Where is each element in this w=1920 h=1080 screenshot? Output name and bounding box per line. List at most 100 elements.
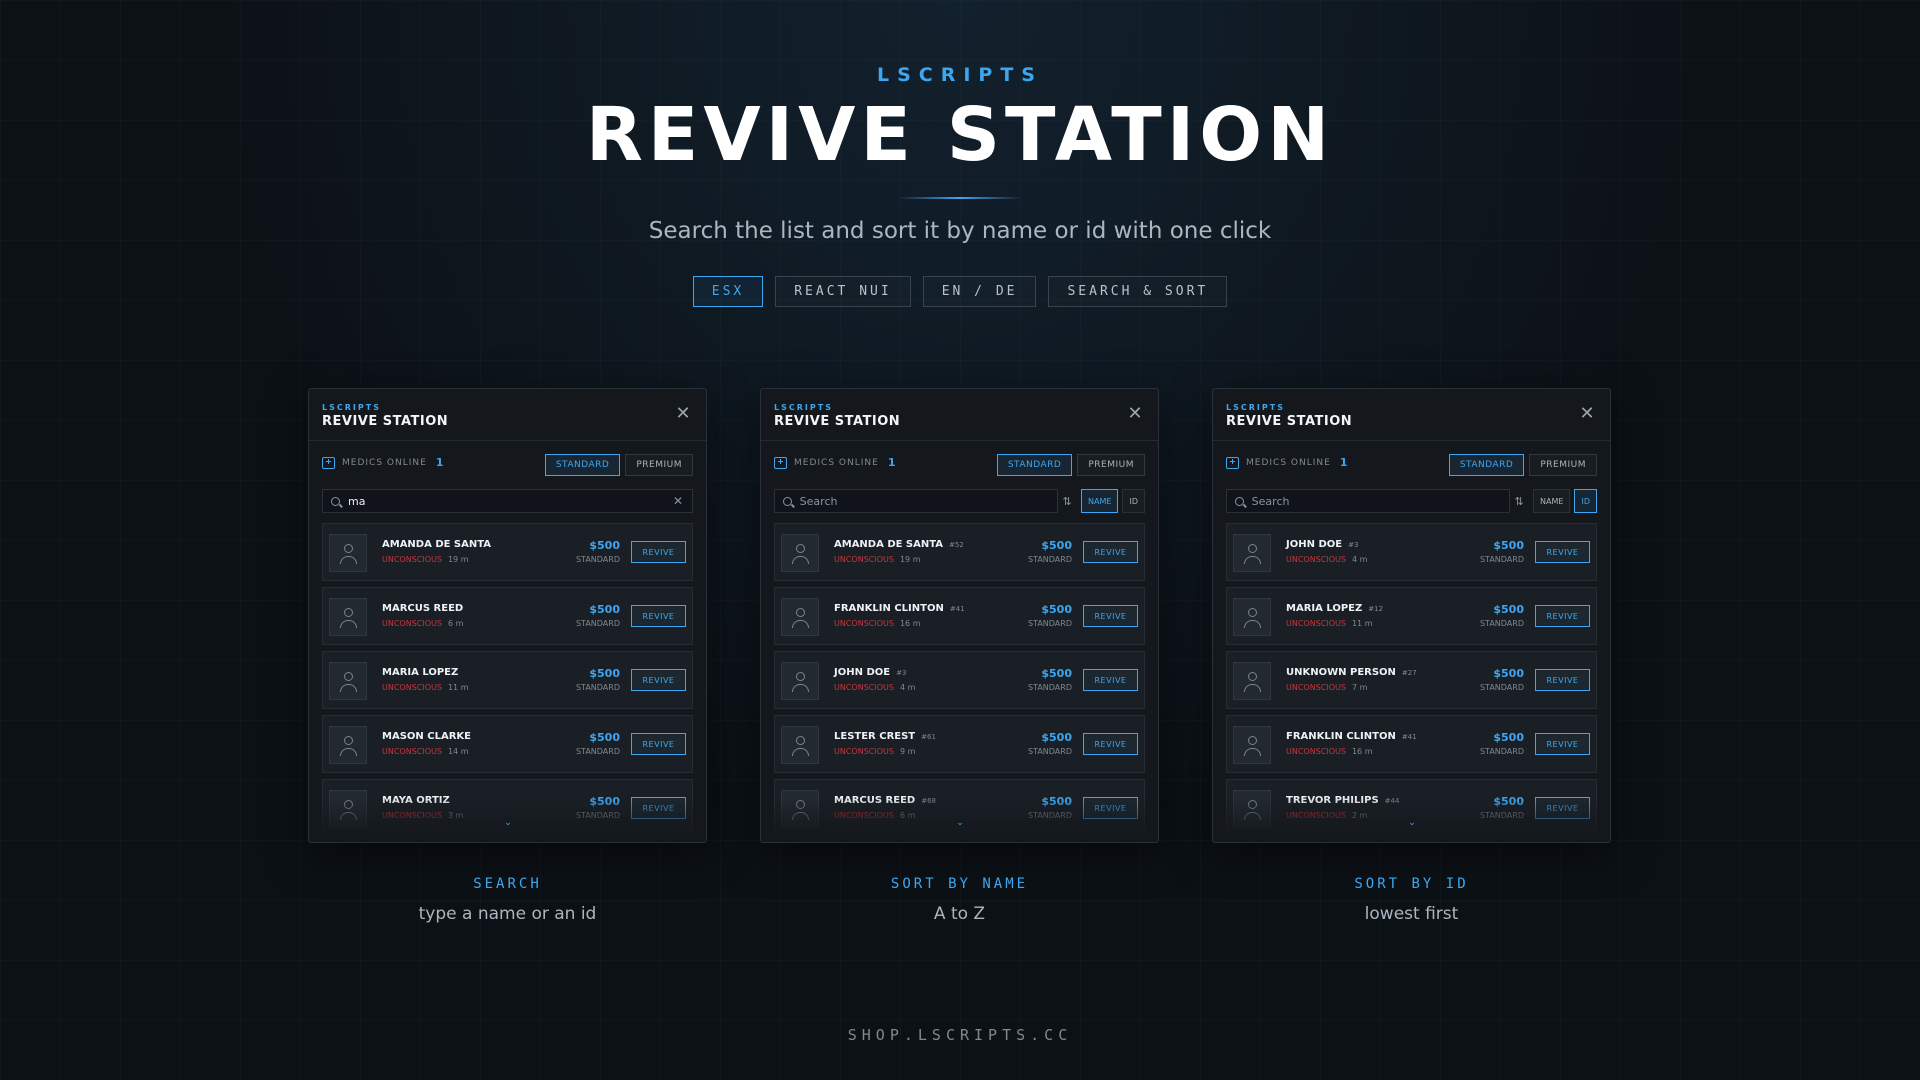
- price-amount: $500: [589, 603, 620, 616]
- patient-name: MARCUS REED: [382, 603, 464, 614]
- revive-button[interactable]: REVIVE: [1535, 797, 1590, 819]
- patient-distance: 11 m: [1351, 619, 1373, 628]
- revive-button[interactable]: REVIVE: [1083, 797, 1138, 819]
- patient-status: UNCONSCIOUS: [1286, 811, 1346, 820]
- tier-premium-button[interactable]: PREMIUM: [1077, 454, 1145, 476]
- tier-standard-button[interactable]: STANDARD: [1448, 454, 1525, 476]
- price-tier: STANDARD: [1479, 555, 1524, 564]
- patient-status: UNCONSCIOUS: [834, 555, 894, 564]
- patient-status: UNCONSCIOUS: [382, 683, 442, 692]
- patient-name: MASON CLARKE: [382, 731, 471, 742]
- tier-selector: STANDARD PREMIUM: [544, 454, 693, 476]
- patient-name: AMANDA DE SANTA: [382, 539, 492, 550]
- chevron-down-icon: ⌄: [1408, 818, 1416, 828]
- patient-distance: 16 m: [1351, 747, 1373, 756]
- patient-row: MARIA LOPEZ UNCONSCIOUS 11 m $500 STANDA…: [322, 651, 693, 709]
- sort-by-id-button[interactable]: ID: [1122, 489, 1145, 513]
- patient-id: #68: [921, 797, 936, 805]
- patient-name: MARIA LOPEZ: [382, 667, 459, 678]
- patient-status: UNCONSCIOUS: [1286, 555, 1346, 564]
- patient-status: UNCONSCIOUS: [1286, 683, 1346, 692]
- sort-by-name-button[interactable]: NAME: [1081, 489, 1119, 513]
- search-input[interactable]: [1251, 494, 1509, 508]
- brand-label: LSCRIPTS: [876, 64, 1043, 86]
- user-icon: [781, 726, 819, 764]
- footer-url: SHOP.LSCRIPTS.CC: [847, 1026, 1073, 1044]
- patient-id: #52: [949, 541, 964, 549]
- user-icon: [781, 790, 819, 828]
- revive-button[interactable]: REVIVE: [1083, 733, 1138, 755]
- clear-icon[interactable]: ✕: [673, 494, 683, 508]
- patient-id: #3: [1348, 541, 1359, 549]
- revive-button[interactable]: REVIVE: [631, 669, 686, 691]
- patient-list[interactable]: AMANDA DE SANTA UNCONSCIOUS 19 m $500 ST…: [322, 523, 693, 833]
- tier-premium-button[interactable]: PREMIUM: [625, 454, 693, 476]
- revive-panel: LSCRIPTS REVIVE STATION ✕ MEDICS ONLINE …: [1212, 388, 1611, 843]
- patient-list[interactable]: AMANDA DE SANTA #52 UNCONSCIOUS 19 m $50…: [774, 523, 1145, 833]
- patient-list[interactable]: JOHN DOE #3 UNCONSCIOUS 4 m $500 STANDAR…: [1226, 523, 1597, 833]
- price-amount: $500: [1041, 539, 1072, 552]
- revive-button[interactable]: REVIVE: [1535, 605, 1590, 627]
- panel-caption: SORT BY NAME A to Z: [760, 876, 1159, 924]
- tier-standard-button[interactable]: STANDARD: [996, 454, 1073, 476]
- price-amount: $500: [589, 667, 620, 680]
- revive-price: $500 STANDARD: [1028, 539, 1072, 564]
- sort-by-id-button[interactable]: ID: [1574, 489, 1597, 513]
- chevron-down-icon: ⌄: [504, 818, 512, 828]
- revive-button[interactable]: REVIVE: [1535, 541, 1590, 563]
- close-icon[interactable]: ✕: [1126, 405, 1144, 423]
- price-amount: $500: [589, 731, 620, 744]
- panel-header: LSCRIPTS REVIVE STATION ✕: [309, 389, 706, 441]
- search-input[interactable]: [799, 494, 1057, 508]
- price-tier: STANDARD: [1027, 619, 1072, 628]
- price-tier: STANDARD: [1479, 619, 1524, 628]
- medics-count: 1: [435, 456, 444, 469]
- patient-name: TREVOR PHILIPS: [1286, 795, 1379, 806]
- patient-name: LESTER CREST: [834, 731, 916, 742]
- tier-premium-button[interactable]: PREMIUM: [1529, 454, 1597, 476]
- patient-distance: 14 m: [447, 747, 469, 756]
- panel-brand: LSCRIPTS: [322, 403, 381, 412]
- feature-tags: ESX REACT NUI EN / DE SEARCH & SORT: [0, 276, 1920, 307]
- revive-button[interactable]: REVIVE: [631, 541, 686, 563]
- revive-button[interactable]: REVIVE: [631, 605, 686, 627]
- revive-price: $500 STANDARD: [1028, 731, 1072, 756]
- search-input[interactable]: [348, 494, 618, 508]
- user-icon: [1233, 662, 1271, 700]
- revive-button[interactable]: REVIVE: [631, 733, 686, 755]
- revive-price: $500 STANDARD: [1480, 539, 1524, 564]
- price-tier: STANDARD: [1479, 683, 1524, 692]
- close-icon[interactable]: ✕: [674, 405, 692, 423]
- tier-standard-button[interactable]: STANDARD: [544, 454, 621, 476]
- medics-count: 1: [887, 456, 896, 469]
- revive-panel: LSCRIPTS REVIVE STATION ✕ MEDICS ONLINE …: [760, 388, 1159, 843]
- sort-by-name-button[interactable]: NAME: [1533, 489, 1571, 513]
- revive-button[interactable]: REVIVE: [1083, 541, 1138, 563]
- panel-brand: LSCRIPTS: [774, 403, 833, 412]
- revive-button[interactable]: REVIVE: [1535, 733, 1590, 755]
- medkit-icon: [322, 456, 335, 469]
- patient-status: UNCONSCIOUS: [834, 747, 894, 756]
- revive-button[interactable]: REVIVE: [1083, 669, 1138, 691]
- close-icon[interactable]: ✕: [1578, 405, 1596, 423]
- patient-row: FRANKLIN CLINTON #41 UNCONSCIOUS 16 m $5…: [774, 587, 1145, 645]
- patient-row: JOHN DOE #3 UNCONSCIOUS 4 m $500 STANDAR…: [1226, 523, 1597, 581]
- revive-button[interactable]: REVIVE: [1083, 605, 1138, 627]
- price-amount: $500: [1041, 603, 1072, 616]
- patient-distance: 9 m: [899, 747, 916, 756]
- price-tier: STANDARD: [575, 747, 620, 756]
- price-amount: $500: [1041, 795, 1072, 808]
- patient-distance: 6 m: [447, 619, 464, 628]
- medkit-icon: [1226, 456, 1239, 469]
- tier-selector: STANDARD PREMIUM: [996, 454, 1145, 476]
- revive-button[interactable]: REVIVE: [1535, 669, 1590, 691]
- price-amount: $500: [1493, 795, 1524, 808]
- revive-button[interactable]: REVIVE: [631, 797, 686, 819]
- price-tier: STANDARD: [1479, 811, 1524, 820]
- price-tier: STANDARD: [1027, 811, 1072, 820]
- medics-label: MEDICS ONLINE: [794, 457, 879, 468]
- patient-distance: 16 m: [899, 619, 921, 628]
- patient-distance: 19 m: [899, 555, 921, 564]
- panel-header: LSCRIPTS REVIVE STATION ✕: [1213, 389, 1610, 441]
- panel-title: REVIVE STATION: [1226, 414, 1353, 429]
